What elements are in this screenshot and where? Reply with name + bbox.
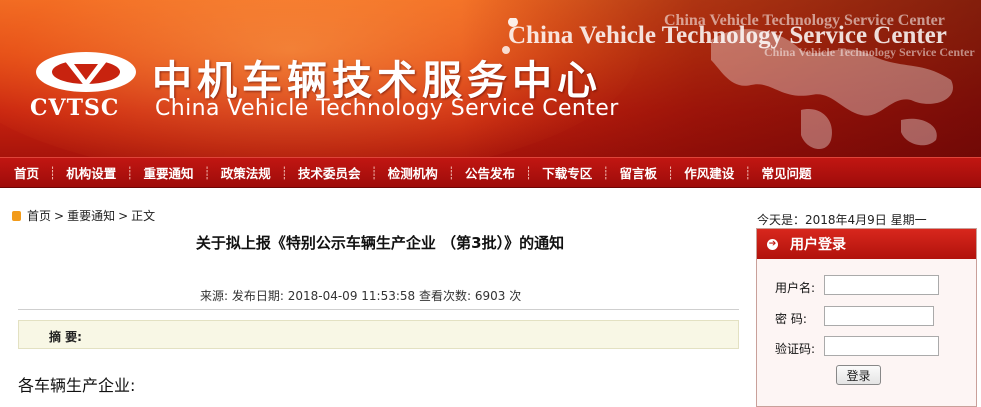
breadcrumb-home[interactable]: 首页 <box>27 207 51 224</box>
divider <box>18 309 739 310</box>
nav-separator: ┊ <box>525 165 533 180</box>
article-meta: 来源: 发布日期: 2018-04-09 11:53:58 查看次数: 6903… <box>200 289 522 303</box>
nav-item-announcements[interactable]: 公告发布 <box>455 163 525 182</box>
nav-separator: ┊ <box>667 165 675 180</box>
nav-separator: ┊ <box>126 165 134 180</box>
logo-text: CVTSC <box>30 95 120 121</box>
captcha-label: 验证码: <box>775 342 816 356</box>
password-input[interactable] <box>824 306 934 326</box>
login-panel: ➔ 用户登录 用户名: 密 码: 验证码: 登录 <box>756 228 977 407</box>
breadcrumb-separator: > <box>118 208 129 223</box>
nav-item-organization[interactable]: 机构设置 <box>56 163 126 182</box>
nav-item-committee[interactable]: 技术委员会 <box>288 163 371 182</box>
nav-separator: ┊ <box>49 165 57 180</box>
captcha-input[interactable] <box>824 336 939 356</box>
nav-item-home[interactable]: 首页 <box>4 163 49 182</box>
main-nav: 首页 ┊ 机构设置 ┊ 重要通知 ┊ 政策法规 ┊ 技术委员会 ┊ 检测机构 ┊… <box>0 157 981 188</box>
nav-item-notices[interactable]: 重要通知 <box>134 163 204 182</box>
breadcrumb: 首页 > 重要通知 > 正文 <box>12 207 155 224</box>
breadcrumb-section[interactable]: 重要通知 <box>67 207 115 224</box>
nav-separator: ┊ <box>203 165 211 180</box>
nav-item-downloads[interactable]: 下载专区 <box>532 163 602 182</box>
site-title-en: China Vehicle Technology Service Center <box>155 96 619 121</box>
username-input[interactable] <box>824 275 939 295</box>
nav-item-policies[interactable]: 政策法规 <box>211 163 281 182</box>
username-label: 用户名: <box>775 281 816 295</box>
breadcrumb-current: 正文 <box>131 209 156 223</box>
article-title: 关于拟上报《特别公示车辆生产企业 （第3批）》的通知 <box>195 234 565 252</box>
today-date: 今天是：2018年4月9日 星期一 <box>757 213 927 227</box>
nav-item-conduct[interactable]: 作风建设 <box>674 163 744 182</box>
nav-item-faq[interactable]: 常见问题 <box>752 163 822 182</box>
login-title: 用户登录 <box>790 237 846 253</box>
nav-separator: ┊ <box>280 165 288 180</box>
header-banner: CVTSC 中机车辆技术服务中心 China Vehicle Technolog… <box>0 0 981 157</box>
watermark-small-2: China Vehicle Technology Service Center <box>764 45 975 59</box>
summary-box: 摘 要: <box>18 320 739 349</box>
password-label: 密 码: <box>775 312 807 326</box>
arrow-circle-icon: ➔ <box>767 238 778 250</box>
nav-separator: ┊ <box>602 165 610 180</box>
nav-separator: ┊ <box>447 165 455 180</box>
nav-item-guestbook[interactable]: 留言板 <box>610 163 668 182</box>
home-icon <box>12 210 21 221</box>
nav-separator: ┊ <box>744 165 752 180</box>
nav-item-test-agencies[interactable]: 检测机构 <box>378 163 448 182</box>
nav-separator: ┊ <box>370 165 378 180</box>
article-body: 各车辆生产企业: <box>18 376 136 395</box>
login-header: ➔ 用户登录 <box>757 229 976 259</box>
breadcrumb-separator: > <box>54 208 65 223</box>
summary-label: 摘 要: <box>49 330 82 344</box>
login-button[interactable]: 登录 <box>836 365 881 385</box>
